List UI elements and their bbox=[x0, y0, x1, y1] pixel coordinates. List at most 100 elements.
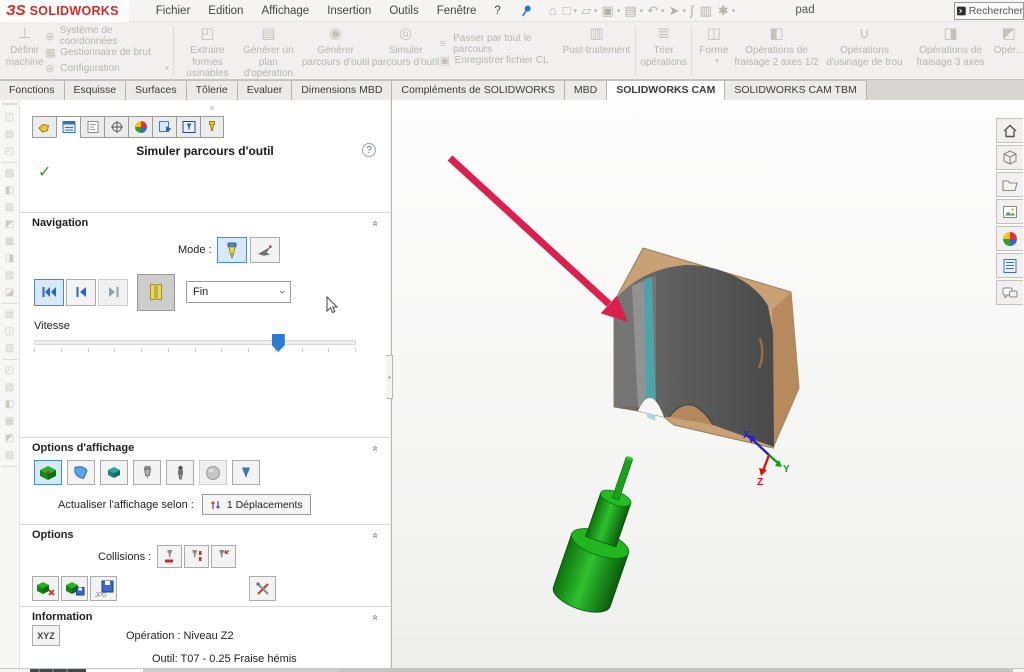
tab-cam-tools[interactable] bbox=[200, 116, 224, 138]
open-icon[interactable]: ▱ bbox=[578, 3, 594, 19]
home-tab-button[interactable] bbox=[996, 118, 1023, 143]
paperclip-icon[interactable]: ∫ bbox=[687, 3, 697, 18]
collapse-icon[interactable]: » bbox=[370, 532, 381, 538]
ribbon-forme[interactable]: ◫ Forme ▾ bbox=[696, 22, 732, 79]
target-display-button[interactable] bbox=[67, 460, 95, 485]
home-icon[interactable]: ⌂ bbox=[546, 3, 560, 18]
discard-simulation-button[interactable] bbox=[32, 576, 59, 601]
ribbon-generate-plan[interactable]: ▤ Générer un plan d'opération bbox=[237, 22, 300, 79]
moves-button[interactable]: 1 Déplacements bbox=[202, 494, 311, 515]
menu-outils[interactable]: Outils bbox=[380, 2, 427, 20]
tab-dimxpertmanager[interactable] bbox=[104, 116, 128, 138]
ribbon-step-through[interactable]: ≡Passer par tout le parcours bbox=[440, 36, 562, 52]
ribbon-hole-machining[interactable]: ∪ Opérations d'usinage de trou bbox=[821, 22, 907, 79]
information-header[interactable]: Information » bbox=[20, 607, 390, 625]
print-icon[interactable]: ▤ bbox=[621, 3, 639, 19]
resources-button[interactable] bbox=[996, 145, 1023, 170]
appearances-button[interactable] bbox=[996, 226, 1023, 251]
tab-cam-operation-tree[interactable] bbox=[176, 116, 200, 138]
tab-evaluer[interactable]: Evaluer bbox=[238, 80, 293, 100]
undo-icon[interactable]: ↶ bbox=[644, 3, 661, 19]
cutting-tool[interactable] bbox=[549, 447, 658, 619]
tab-propertymanager[interactable] bbox=[56, 116, 80, 138]
collision-pause-button[interactable] bbox=[184, 545, 209, 568]
tab-dimensions-mbd[interactable]: Dimensions MBD bbox=[292, 80, 392, 100]
tab-complements[interactable]: Compléments de SOLIDWORKS bbox=[392, 80, 564, 100]
machined-part[interactable] bbox=[614, 265, 774, 447]
navigation-header[interactable]: Navigation » bbox=[20, 213, 390, 231]
tab-tolerie[interactable]: Tôlerie bbox=[187, 80, 238, 100]
xyz-button[interactable]: XYZ bbox=[32, 625, 60, 646]
collision-continue-button[interactable] bbox=[211, 545, 236, 568]
graphics-viewport[interactable]: X Y Z bbox=[391, 100, 1024, 668]
slider-groove[interactable] bbox=[34, 340, 356, 345]
left-toolbar-icon[interactable]: ◧ bbox=[0, 182, 19, 199]
tab-displaymanager[interactable] bbox=[128, 116, 152, 138]
tab-solidworks-cam[interactable]: SOLIDWORKS CAM bbox=[607, 80, 725, 100]
collision-stop-button[interactable] bbox=[157, 545, 182, 568]
mode-tool-button[interactable] bbox=[217, 237, 247, 263]
ribbon-coordinate-system[interactable]: ⊕Système de coordonnées bbox=[45, 28, 169, 44]
help-icon[interactable]: ? bbox=[362, 143, 376, 157]
stock-display-button[interactable] bbox=[34, 460, 62, 485]
tab-cam-feature-tree[interactable] bbox=[152, 116, 176, 138]
options-gear-icon[interactable]: ✱ bbox=[715, 3, 732, 19]
ribbon-configuration[interactable]: ⊛Configuration▾ bbox=[45, 60, 169, 76]
panel-splitter-dot[interactable] bbox=[210, 106, 214, 110]
step-forward-button[interactable] bbox=[98, 279, 128, 306]
tab-configurationmanager[interactable] bbox=[80, 116, 104, 138]
ribbon-sort-operations[interactable]: ≣ Trier opérations bbox=[640, 22, 687, 79]
menu-fichier[interactable]: Fichier bbox=[147, 2, 200, 20]
left-toolbar-icon[interactable]: ◰ bbox=[0, 143, 19, 160]
design-library-button[interactable] bbox=[996, 172, 1023, 197]
file-properties-icon[interactable]: ▥ bbox=[697, 3, 715, 19]
left-toolbar-icon[interactable]: ▤ bbox=[0, 306, 19, 323]
left-toolbar-icon[interactable]: ◫ bbox=[0, 323, 19, 340]
menu-edition[interactable]: Edition bbox=[199, 2, 252, 20]
step-back-button[interactable] bbox=[66, 279, 96, 306]
collapse-icon[interactable]: » bbox=[370, 445, 381, 451]
left-toolbar-icon[interactable]: ◩ bbox=[0, 430, 19, 447]
collapse-icon[interactable]: » bbox=[370, 614, 381, 620]
go-to-start-button[interactable] bbox=[34, 279, 64, 306]
ribbon-generate-toolpath[interactable]: ◉ Générer parcours d'outil bbox=[300, 22, 372, 79]
pin-menubar-icon[interactable] bbox=[518, 3, 534, 19]
wip-display-button[interactable] bbox=[100, 460, 128, 485]
menu-help[interactable]: ? bbox=[485, 2, 509, 20]
sphere-display-button[interactable] bbox=[199, 460, 227, 485]
left-toolbar-icon[interactable]: ◧ bbox=[0, 396, 19, 413]
menu-fenetre[interactable]: Fenêtre bbox=[428, 2, 486, 20]
save-icon[interactable]: ▣ bbox=[599, 3, 617, 19]
options-caret-icon[interactable]: ▾ bbox=[732, 7, 737, 15]
tab-featuremanager[interactable] bbox=[32, 116, 56, 138]
collapse-icon[interactable]: » bbox=[370, 220, 381, 226]
tool-display-button[interactable] bbox=[133, 460, 161, 485]
left-toolbar-icon[interactable]: ▤ bbox=[0, 126, 19, 143]
left-toolbar-icon[interactable]: ▦ bbox=[0, 413, 19, 430]
ribbon-define-machine[interactable]: ⊥ Définir machine bbox=[4, 22, 45, 79]
forum-button[interactable] bbox=[996, 280, 1023, 305]
save-image-button[interactable]: JPG bbox=[90, 576, 117, 601]
tab-surfaces[interactable]: Surfaces bbox=[126, 80, 186, 100]
left-toolbar-icon[interactable]: ▨ bbox=[0, 165, 19, 182]
left-toolbar-icon[interactable]: ▥ bbox=[0, 340, 19, 357]
tab-mbd[interactable]: MBD bbox=[565, 80, 607, 100]
left-toolbar-icon[interactable]: ◩ bbox=[0, 216, 19, 233]
ribbon-simulate-toolpath[interactable]: ◎ Simuler parcours d'outil bbox=[371, 22, 439, 79]
ok-check-icon[interactable]: ✓ bbox=[38, 162, 51, 182]
forme-caret-icon[interactable]: ▾ bbox=[715, 57, 719, 65]
ribbon-mill-25axis[interactable]: ◧ Opérations de fraisage 2 axes 1/2 bbox=[732, 22, 822, 79]
options-header[interactable]: Options » bbox=[20, 525, 390, 543]
left-toolbar-icon[interactable]: ▦ bbox=[0, 233, 19, 250]
ribbon-mill-3axis[interactable]: ◨ Opérations de fraisage 3 axes bbox=[907, 22, 993, 79]
left-toolbar-icon[interactable]: ▨ bbox=[0, 379, 19, 396]
speed-slider[interactable] bbox=[34, 340, 356, 352]
left-toolbar-icon[interactable]: ▧ bbox=[0, 447, 19, 464]
configuration-caret-icon[interactable]: ▾ bbox=[165, 64, 169, 72]
simulation-settings-button[interactable] bbox=[249, 576, 276, 601]
holder-display-button[interactable] bbox=[166, 460, 194, 485]
ribbon-save-cl-file[interactable]: ▣Enregistrer fichier CL bbox=[440, 52, 562, 68]
tab-fonctions[interactable]: Fonctions bbox=[0, 80, 65, 100]
tab-esquisse[interactable]: Esquisse bbox=[65, 80, 127, 100]
toolbar-grip-handle[interactable] bbox=[0, 100, 19, 109]
